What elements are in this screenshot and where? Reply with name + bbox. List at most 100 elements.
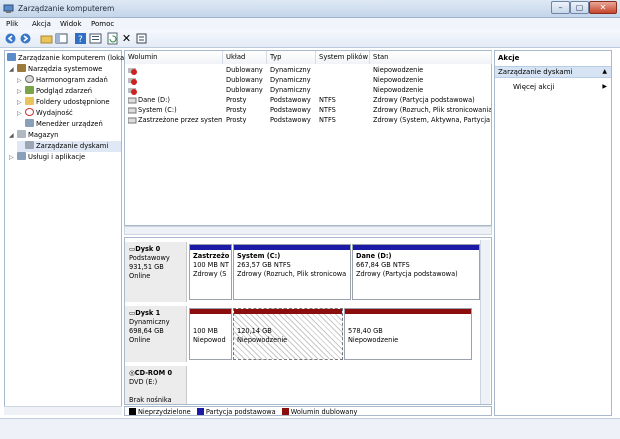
mirrored-volume-swatch: [281, 408, 289, 415]
partition-size: 667,84 GB NTFS: [356, 261, 410, 269]
tree-item-services-apps[interactable]: ▷ Usługi i aplikacje: [9, 152, 85, 163]
expand-icon[interactable]: ▷: [17, 88, 25, 95]
menu-view[interactable]: Widok: [60, 20, 82, 28]
cell-volume: Dane (D:): [138, 96, 170, 104]
cdrom-label[interactable]: ◎CD-ROM 0 DVD (E:) Brak nośnika: [125, 366, 187, 404]
tree-item-event-viewer[interactable]: ▷ Podgląd zdarzeń: [17, 86, 92, 97]
tree-item-device-manager[interactable]: Menedżer urządzeń: [17, 119, 103, 130]
partition-name: Zastrzeżo: [193, 252, 230, 260]
cell-status: Zdrowy (System, Aktywna, Partycja p: [373, 116, 491, 124]
shared-folder-icon: [25, 97, 34, 105]
tree-item-shared-folders[interactable]: ▷ Foldery udostępnione: [17, 97, 110, 108]
actions-section[interactable]: Zarządzanie dyskami ▲: [495, 66, 611, 78]
column-header-filesystem[interactable]: System plików: [316, 51, 370, 64]
failed-volume-icon: [128, 66, 138, 76]
collapse-icon[interactable]: ▲: [602, 68, 607, 75]
menu-action[interactable]: Akcja: [32, 20, 51, 28]
cell-status: Zdrowy (Rozruch, Plik stronicowania: [373, 106, 491, 114]
column-header-layout[interactable]: Układ: [223, 51, 267, 64]
tree-item-label: Harmonogram zadań: [36, 76, 108, 84]
disk-0-label[interactable]: ▭Dysk 0 Podstawowy 931,51 GB Online: [125, 242, 187, 302]
services-icon: [17, 152, 26, 160]
partition-name: System (C:): [237, 252, 281, 260]
expand-icon[interactable]: ▷: [17, 99, 25, 106]
tree-item-label: Foldery udostępnione: [36, 98, 110, 106]
cell-volume: System (C:): [138, 106, 177, 114]
partition-selected[interactable]: 120,14 GB Niepowodzenie: [233, 308, 343, 360]
tree-root[interactable]: Zarządzanie komputerem (loka: [7, 53, 124, 64]
computer-management-icon: [3, 3, 14, 14]
menu-file[interactable]: Plik: [6, 20, 18, 28]
partition-size: 100 MB NT: [193, 261, 229, 269]
disk-1-label[interactable]: ▭Dysk 1 Dynamiczny 698,64 GB Online: [125, 306, 187, 362]
column-header-type[interactable]: Typ: [267, 51, 316, 64]
more-actions[interactable]: Więcej akcji ▶: [513, 83, 609, 91]
delete-icon[interactable]: ✕: [120, 32, 133, 45]
tree-item-label: Narzędzia systemowe: [28, 65, 103, 73]
partition[interactable]: Zastrzeżo 100 MB NT Zdrowy (S: [189, 244, 232, 300]
toolbox-icon: [17, 64, 26, 72]
partition[interactable]: Dane (D:) 667,84 GB NTFS Zdrowy (Partycja …: [352, 244, 480, 300]
tree-item-performance[interactable]: ▷ Wydajność: [17, 108, 73, 119]
help-icon[interactable]: ?: [74, 32, 87, 45]
maximize-button[interactable]: ▢: [570, 1, 589, 14]
collapse-icon[interactable]: ◢: [9, 66, 17, 73]
tree-scrollbar[interactable]: [4, 406, 122, 415]
cell-type: Podstawowy: [270, 96, 311, 104]
tree-item-system-tools[interactable]: ◢ Narzędzia systemowe: [9, 64, 102, 75]
unallocated-swatch: [129, 408, 136, 415]
properties-icon[interactable]: [89, 32, 102, 45]
volume-list-scrollbar[interactable]: [124, 226, 492, 235]
up-folder-icon[interactable]: [40, 32, 53, 45]
storage-icon: [17, 130, 26, 138]
expand-icon[interactable]: ▷: [17, 77, 25, 84]
column-header-volume[interactable]: Wolumin: [125, 51, 223, 64]
cell-layout: Dublowany: [226, 66, 263, 74]
disk-map-scrollbar[interactable]: [480, 240, 490, 404]
refresh-icon[interactable]: [106, 32, 119, 45]
back-icon[interactable]: [4, 32, 17, 45]
legend-label: Wolumin dublowany: [290, 408, 358, 416]
disk-name: Dysk 0: [135, 245, 161, 253]
partition-status: Niepowodzenie: [237, 336, 288, 344]
disk-status: Online: [129, 272, 151, 280]
legend: Nieprzydzielone Partycja podstawowa Wolu…: [124, 406, 492, 416]
failed-volume-icon: [128, 76, 138, 86]
disk-management-icon: [25, 141, 34, 149]
disk-type: DVD (E:): [129, 378, 158, 386]
svg-text:?: ?: [78, 35, 83, 45]
partition[interactable]: System (C:) 263,57 GB NTFS Zdrowy (Rozruch…: [233, 244, 351, 300]
window-title: Zarządzanie komputerem: [18, 4, 115, 13]
tree-item-label: Zarządzanie dyskami: [36, 142, 109, 150]
collapse-icon[interactable]: ◢: [9, 132, 17, 139]
column-header-status[interactable]: Stan: [370, 51, 492, 64]
cell-layout: Dublowany: [226, 76, 263, 84]
forward-icon[interactable]: [19, 32, 32, 45]
close-button[interactable]: ✕: [589, 1, 617, 14]
menu-help[interactable]: Pomoc: [91, 20, 114, 28]
actions-pane: Akcje Zarządzanie dyskami ▲ Więcej akcji…: [494, 50, 612, 416]
cell-layout: Prosty: [226, 116, 247, 124]
computer-management-icon: [7, 53, 16, 61]
minimize-button[interactable]: –: [551, 1, 570, 14]
toolbar: ? ✕: [0, 30, 620, 48]
title-bar: Zarządzanie komputerem – ▢ ✕: [0, 0, 620, 18]
primary-partition-swatch: [196, 408, 204, 415]
disk-size: 698,64 GB: [129, 327, 164, 335]
tree-item-disk-management[interactable]: Zarządzanie dyskami: [17, 141, 121, 152]
partition-status: Niepowod: [193, 336, 226, 344]
legend-label: Nieprzydzielone: [138, 408, 191, 416]
expand-icon[interactable]: ▷: [9, 154, 17, 161]
menu-bar: Plik Akcja Widok Pomoc: [0, 18, 620, 30]
cell-status: Zdrowy (Partycja podstawowa): [373, 96, 475, 104]
show-hide-tree-icon[interactable]: [55, 32, 68, 45]
partition[interactable]: 578,40 GB Niepowodzenie: [344, 308, 472, 360]
tree-item-storage[interactable]: ◢ Magazyn: [9, 130, 58, 141]
cell-filesystem: NTFS: [319, 106, 336, 114]
cell-status: Niepowodzenie: [373, 86, 424, 94]
settings-icon[interactable]: [135, 32, 148, 45]
expand-icon[interactable]: ▷: [17, 110, 25, 117]
volume-list: Wolumin Układ Typ System plików Stan Dub…: [124, 50, 492, 226]
tree-item-task-scheduler[interactable]: ▷ Harmonogram zadań: [17, 75, 108, 86]
partition[interactable]: 100 MB Niepowod: [189, 308, 232, 360]
